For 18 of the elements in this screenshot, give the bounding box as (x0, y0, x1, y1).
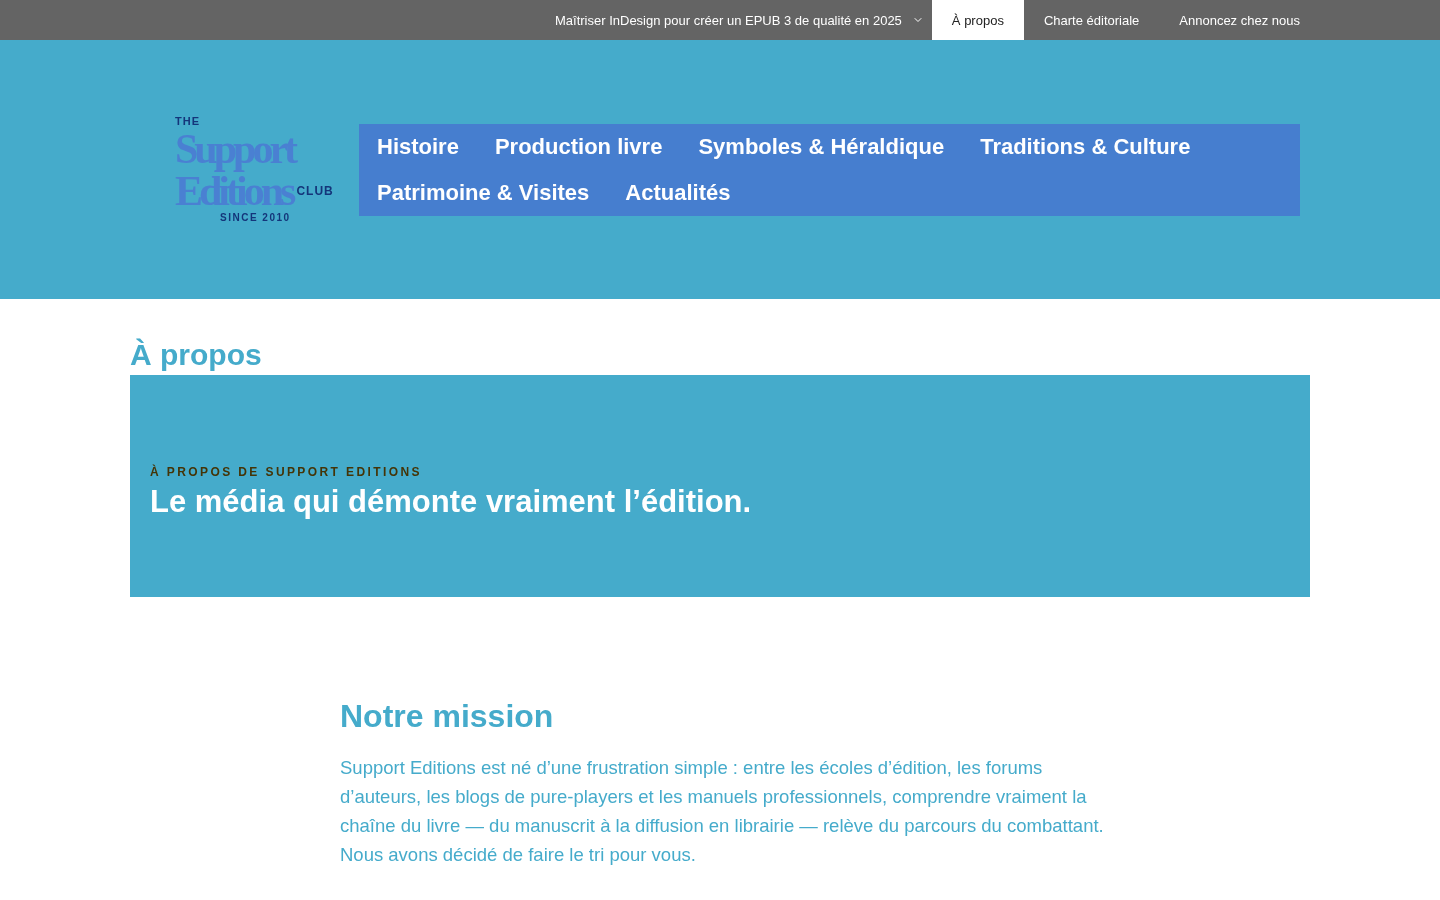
hero-title: Le média qui démonte vraiment l’édition. (150, 483, 752, 521)
nav-link[interactable]: Symboles & Héraldique (680, 123, 963, 170)
top-menu-link[interactable]: Maîtriser InDesign pour créer un EPUB 3 de qualité en 2025 (535, 0, 932, 40)
nav-link[interactable]: Production livre (476, 123, 681, 170)
section-heading: Notre mission (340, 697, 554, 736)
logo-small-text: THE (175, 115, 200, 128)
top-menu-link[interactable]: Charte éditoriale (1023, 0, 1160, 40)
logo-small-text: CLUB (296, 184, 334, 198)
mission-paragraph: Support Editions est né d’une frustration simple : entre les écoles d’édition, les forums d’auteurs, les blogs de pure-players et les manuels professionnels, comprendre vraiment la chaîne du livre — du manuscrit à la diffusion en librairie — relève du parcours du combattant. Nous avons décidé de faire le tri pour vous. (340, 756, 1105, 867)
nav-link[interactable]: Actualités (607, 169, 749, 216)
top-menu-link[interactable]: À propos (931, 0, 1024, 40)
hero-eyebrow: À PROPOS DE SUPPORT EDITIONS (150, 465, 422, 479)
top-menu-link[interactable]: Annoncez chez nous (1159, 0, 1320, 40)
nav-link[interactable]: Patrimoine & Visites (359, 169, 608, 216)
logo-tagline: SINCE 2010 (220, 212, 291, 224)
nav-link[interactable]: Traditions & Culture (962, 123, 1209, 170)
nav-link[interactable]: Histoire (359, 123, 477, 170)
page-title: À propos (130, 337, 262, 373)
